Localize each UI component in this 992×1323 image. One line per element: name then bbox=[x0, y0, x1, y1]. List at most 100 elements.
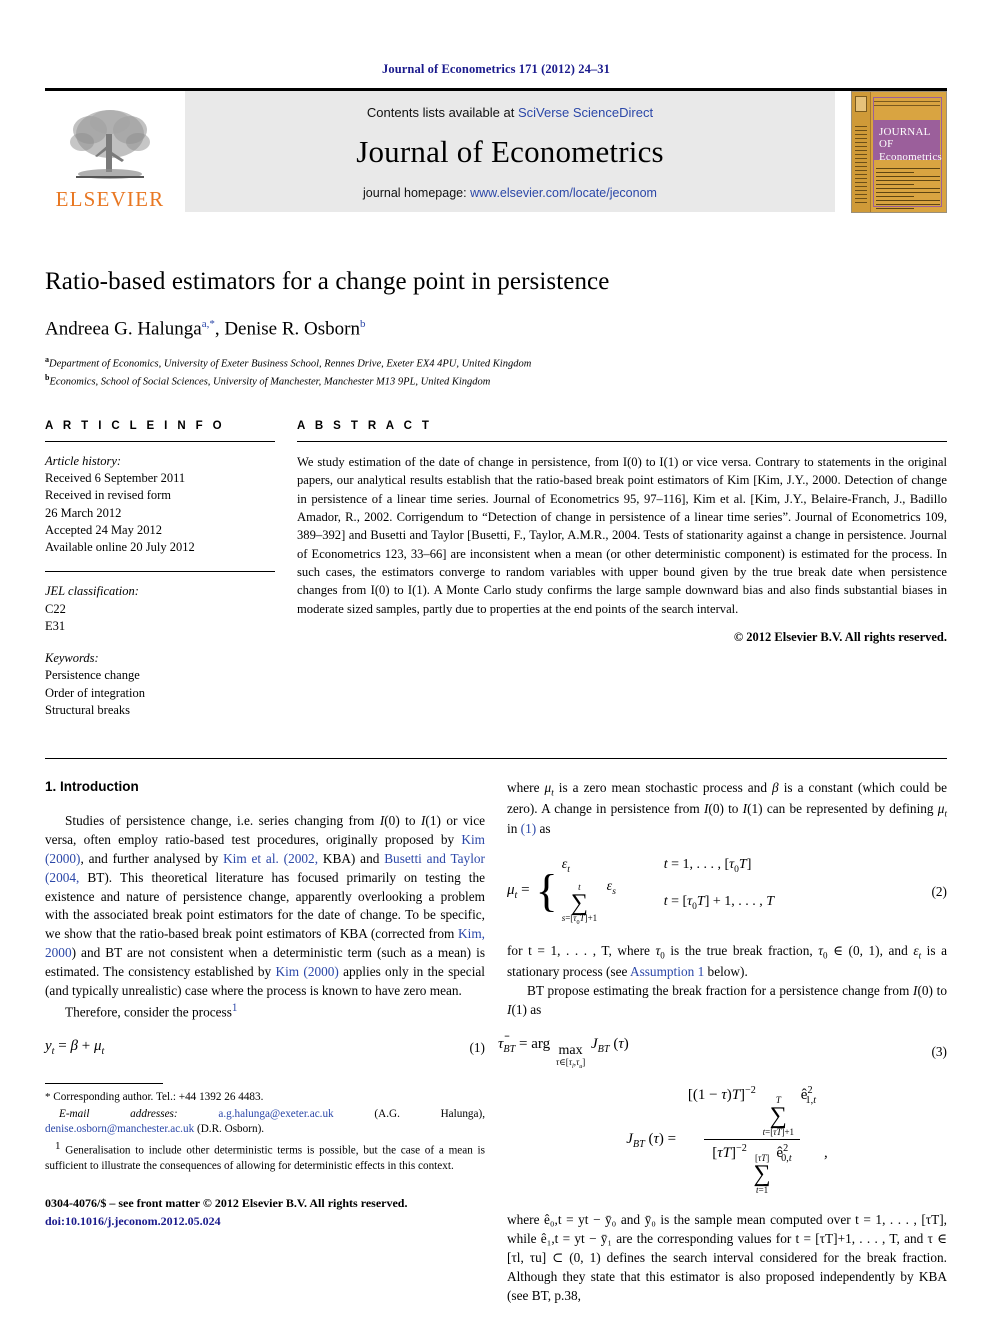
homepage-prefix: journal homepage: bbox=[363, 185, 471, 200]
paper-page: Journal of Econometrics 171 (2012) 24–31 bbox=[0, 0, 992, 1323]
equation-3: ̄τBT = arg max τ∈[τl,τu] JBT (τ) (3) bbox=[498, 1036, 947, 1070]
author-2-name: , Denise R. Osborn bbox=[214, 318, 360, 340]
equation-1-body: yt = β + μt bbox=[45, 1038, 105, 1058]
jel-label: JEL classification: bbox=[45, 584, 139, 599]
fraction-denominator: [τT]−2 [τT] ∑ t=1 ê20,t bbox=[704, 1139, 800, 1195]
footnote-rule bbox=[45, 1083, 163, 1085]
right-paragraph-2: for t = 1, . . . , T, where τ0 is the tr… bbox=[507, 943, 948, 979]
cover-top-rule bbox=[874, 100, 940, 102]
abstract-rule bbox=[297, 440, 947, 442]
right-paragraph-4: where ê₀,t = yt − ȳ₀ and ȳ₀ is the sampl… bbox=[507, 1211, 947, 1305]
footnote-1: 1 Generalisation to include other determ… bbox=[45, 1139, 485, 1175]
journal-cover-thumbnail: JOURNAL OF Econometrics bbox=[851, 90, 947, 213]
cover-title-line2: Econometrics bbox=[879, 150, 942, 163]
author-2-marks[interactable]: b bbox=[360, 318, 366, 330]
info-abstract-row: A R T I C L E I N F O Article history: R… bbox=[45, 420, 947, 734]
text-frag: in bbox=[507, 821, 521, 837]
equation-3-number: (3) bbox=[931, 1044, 947, 1060]
affiliation-b: bEconomics, School of Social Sciences, U… bbox=[45, 372, 947, 390]
history-item: Received 6 September 2011 bbox=[45, 471, 186, 486]
equation-1: yt = β + μt (1) bbox=[45, 1038, 485, 1057]
history-item: Received in revised form bbox=[45, 488, 171, 503]
running-head: Journal of Econometrics 171 (2012) 24–31 bbox=[382, 62, 610, 76]
journal-masthead: ELSEVIER Contents lists available at Sci… bbox=[45, 88, 947, 213]
homepage-url-link[interactable]: www.elsevier.com/locate/jeconom bbox=[470, 186, 657, 200]
equation-1-number: (1) bbox=[469, 1039, 485, 1055]
case-row-2: t ∑ s=[τ0T]+1 εs t = [τ0T] + 1, . . . , … bbox=[561, 878, 775, 927]
jel-group: JEL classification: C22 E31 bbox=[45, 583, 275, 635]
cover-top-rule-2 bbox=[874, 104, 940, 106]
footnote-star-text: Corresponding author. Tel.: +44 1392 26 … bbox=[53, 1091, 264, 1104]
email-owner-2: (D.R. Osborn). bbox=[194, 1123, 265, 1136]
cover-spine-lines bbox=[855, 125, 867, 206]
masthead-center: Contents lists available at SciVerse Sci… bbox=[185, 91, 835, 212]
body-column-left: 1. Introduction Studies of persistence c… bbox=[45, 779, 485, 1305]
right-paragraph-1: where μt is a zero mean stochastic proce… bbox=[507, 780, 947, 837]
email-link-halunga[interactable]: a.g.halunga@exeter.ac.uk bbox=[218, 1108, 333, 1120]
article-info-heading: A R T I C L E I N F O bbox=[45, 419, 226, 432]
right-paragraph-3: BT propose estimating the break fraction… bbox=[507, 982, 947, 1017]
footnote-1-text: Generalisation to include other determin… bbox=[45, 1144, 486, 1173]
jel-code: C22 bbox=[45, 601, 66, 616]
cover-title-line1: JOURNAL OF bbox=[879, 125, 931, 151]
footnote-1-mark: 1 bbox=[55, 1140, 61, 1153]
article-history-label: Article history: bbox=[45, 453, 122, 468]
keyword-item: Order of integration bbox=[45, 685, 145, 700]
text-frag: ∈ (0, 1), and bbox=[827, 943, 914, 959]
sciencedirect-link[interactable]: SciVerse ScienceDirect bbox=[518, 105, 653, 120]
article-info-rule bbox=[45, 440, 275, 442]
issn-line: 0304-4076/$ – see front matter © 2012 El… bbox=[45, 1196, 408, 1211]
email-label: E-mail addresses: bbox=[59, 1107, 178, 1120]
section-heading-introduction: 1. Introduction bbox=[45, 779, 139, 795]
citation-kim-etal-2002[interactable]: Kim et al. (2002, bbox=[223, 851, 318, 866]
keyword-item: Structural breaks bbox=[45, 702, 131, 717]
equation-2-number: (2) bbox=[931, 883, 947, 899]
intro-paragraph-2: Therefore, consider the process1 bbox=[45, 1001, 485, 1022]
footnote-star-mark: * bbox=[45, 1091, 51, 1104]
equation-4-jbt-definition: JBT (τ) = [(1 − τ)T]−2 T ∑ t=[τT]+1 ê21,… bbox=[507, 1085, 947, 1195]
page-title: Ratio-based estimators for a change poin… bbox=[45, 268, 610, 295]
jel-code: E31 bbox=[45, 618, 66, 633]
text-frag: where bbox=[507, 780, 545, 796]
email-link-osborn[interactable]: denise.osborn@manchester.ac.uk bbox=[45, 1123, 194, 1135]
title-block: Ratio-based estimators for a change poin… bbox=[45, 268, 947, 390]
text-frag: Therefore, consider the process bbox=[65, 1004, 232, 1020]
journal-title: Journal of Econometrics bbox=[356, 133, 664, 169]
article-history-group: Article history: Received 6 September 20… bbox=[45, 453, 275, 557]
jel-rule bbox=[45, 571, 275, 573]
text-frag: BT). This theoretical literature has foc… bbox=[45, 869, 485, 942]
author-1-marks[interactable]: a,* bbox=[202, 318, 215, 330]
body-separator-rule bbox=[45, 758, 947, 760]
text-frag: where ê₀,t = yt − ȳ₀ and ȳ₀ is the sampl… bbox=[507, 1212, 947, 1303]
affiliation-a: aDepartment of Economics, University of … bbox=[45, 354, 947, 372]
equation-ref-1[interactable]: (1) bbox=[521, 821, 537, 836]
cover-title-band: JOURNAL OF Econometrics bbox=[874, 119, 942, 163]
body-column-right: where μt is a zero mean stochastic proce… bbox=[498, 779, 948, 1305]
keywords-group: Keywords: Persistence change Order of in… bbox=[45, 650, 275, 719]
contents-prefix: Contents lists available at bbox=[366, 104, 518, 120]
article-info-column: A R T I C L E I N F O Article history: R… bbox=[45, 420, 297, 734]
summation-symbol: t ∑ s=[τ0T]+1 bbox=[561, 881, 598, 927]
text-frag: , and further analysed by bbox=[80, 850, 224, 866]
doi-link[interactable]: doi:10.1016/j.jeconom.2012.05.024 bbox=[45, 1213, 485, 1230]
masthead-right: JOURNAL OF Econometrics bbox=[845, 90, 947, 213]
citation-kim-2000-c[interactable]: Kim (2000) bbox=[275, 964, 338, 979]
history-item: 26 March 2012 bbox=[45, 505, 122, 520]
cases-brace: { bbox=[535, 865, 558, 917]
footnote-ref-1[interactable]: 1 bbox=[232, 1002, 238, 1014]
text-frag: below). bbox=[704, 963, 748, 979]
elsevier-wordmark: ELSEVIER bbox=[55, 187, 165, 211]
abstract-text: We study estimation of the date of chang… bbox=[297, 454, 947, 616]
text-frag: KBA) and bbox=[318, 850, 385, 866]
text-frag: can be represented by defining bbox=[762, 800, 938, 816]
cover-toc-lines bbox=[876, 167, 940, 212]
text-frag: Studies of persistence change, i.e. seri… bbox=[65, 813, 380, 829]
author-list: Andreea G. Halungaa,*, Denise R. Osbornb bbox=[45, 318, 947, 340]
text-frag: as bbox=[526, 1001, 542, 1017]
assumption-1-link[interactable]: Assumption 1 bbox=[630, 964, 704, 979]
text-frag: is the true break fraction, bbox=[664, 943, 819, 959]
publisher-logo: ELSEVIER bbox=[45, 91, 175, 212]
keyword-item: Persistence change bbox=[45, 668, 140, 683]
keywords-label: Keywords: bbox=[45, 651, 99, 666]
equation-4-body: JBT (τ) = [(1 − τ)T]−2 T ∑ t=[τT]+1 ê21,… bbox=[626, 1085, 828, 1196]
